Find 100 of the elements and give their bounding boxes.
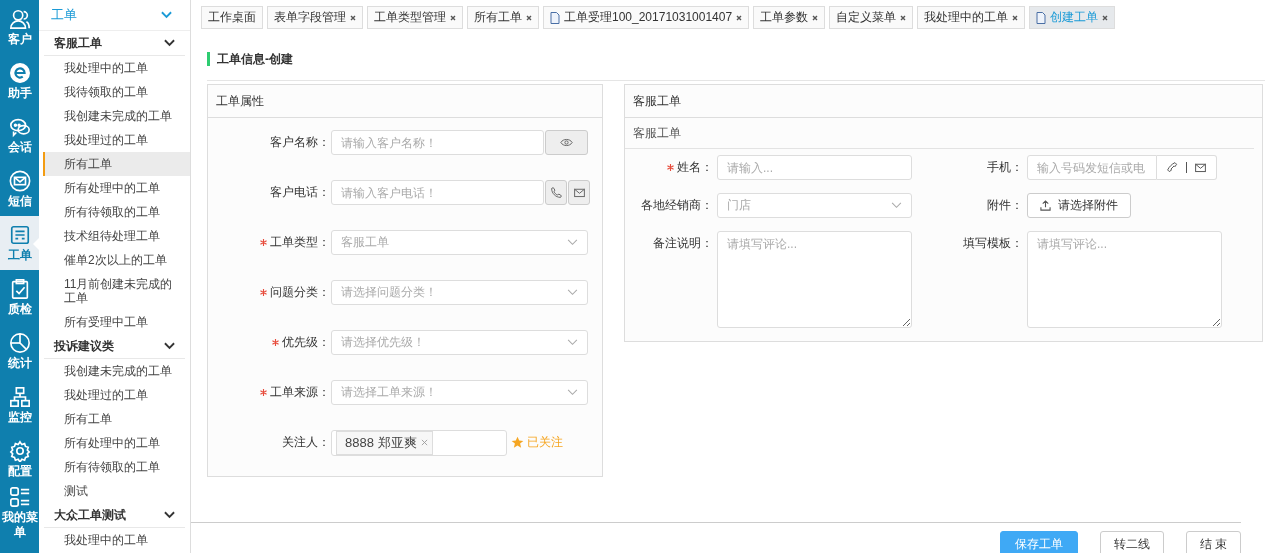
comment-textarea[interactable]: 请填写评论... (1027, 231, 1222, 328)
menu-group-header[interactable]: 大众工单测试 (44, 503, 185, 528)
menu-item[interactable]: 所有受理中工单 (43, 310, 190, 334)
menu-item[interactable]: 我处理中的工单 (43, 528, 190, 552)
nav-rail-item[interactable]: 监控 (0, 378, 39, 432)
nav-rail-item[interactable]: 客户 (0, 0, 39, 54)
menu-item[interactable]: 11月前创建未完成的工单 (43, 272, 190, 310)
required-icon (260, 239, 267, 246)
input-field[interactable]: 请输入客户电话！ (331, 180, 544, 205)
chevron-down-icon (567, 339, 578, 346)
menu-item[interactable]: 所有工单 (43, 407, 190, 431)
field-label: 附件： (986, 197, 1024, 214)
required-icon (260, 289, 267, 296)
field-label: 客户名称： (269, 134, 331, 151)
menu-item[interactable]: 所有工单 (43, 152, 190, 176)
star-icon (511, 436, 524, 449)
nav-rail-item[interactable]: 工单 (0, 216, 39, 270)
mail-button[interactable] (568, 180, 590, 205)
page-title: 工单信息-创建 (207, 52, 1265, 66)
nav-rail-item[interactable]: 短信 (0, 162, 39, 216)
menu-item[interactable]: 我创建未完成的工单 (43, 359, 190, 383)
required-icon (272, 339, 279, 346)
menu-item[interactable]: 所有待领取的工单 (43, 455, 190, 479)
nav-rail-item[interactable]: 质检 (0, 270, 39, 324)
close-icon[interactable] (736, 14, 743, 21)
eye-icon (560, 136, 573, 149)
input-field[interactable]: 请输入... (717, 155, 912, 180)
nav-rail-item[interactable]: 我的菜单 (0, 486, 39, 540)
close-icon[interactable] (1012, 14, 1019, 21)
tab[interactable]: 工单受理100_20171031001407 (543, 6, 750, 29)
close-icon[interactable] (350, 14, 356, 21)
close-icon[interactable] (526, 14, 532, 21)
menu-item[interactable]: 我待领取的工单 (43, 80, 190, 104)
user-tag[interactable]: 8888 郑亚爽 (336, 430, 433, 455)
input-field[interactable]: 请输入客户名称！ (331, 130, 544, 155)
settings-icon (8, 439, 31, 462)
field-label: 问题分类： (208, 284, 331, 301)
field-label: 优先级： (208, 334, 331, 351)
chevron-down-icon (164, 342, 175, 350)
section-title: 客服工单 (625, 118, 1254, 149)
chevron-down-icon (164, 39, 175, 47)
chevron-down-icon (567, 239, 578, 246)
phone-input-field[interactable]: 输入号码发短信或电 (1027, 155, 1157, 180)
phone-icon[interactable] (1166, 161, 1179, 174)
people-icon (8, 7, 31, 30)
tab[interactable]: 工单参数 (753, 6, 826, 29)
field-label: 各地经销商： (640, 197, 714, 214)
comment-textarea[interactable]: 请填写评论... (717, 231, 912, 328)
menu-item[interactable]: 测试 (43, 479, 190, 503)
menu-item[interactable]: 我处理过的工单 (43, 383, 190, 407)
menu-item[interactable]: 所有处理中的工单 (43, 431, 190, 455)
menu-item[interactable]: 所有待领取的工单 (43, 200, 190, 224)
chevron-down-icon (161, 11, 172, 19)
close-icon[interactable] (900, 14, 907, 21)
network-icon (8, 385, 31, 408)
upload-icon (1040, 200, 1051, 211)
mail-icon (8, 169, 31, 192)
panel-title: 客服工单 (625, 85, 1262, 118)
menu-icon (8, 486, 31, 508)
tag-input-field[interactable]: 8888 郑亚爽 (331, 429, 507, 456)
chevron-down-icon (567, 389, 578, 396)
chevron-down-icon (164, 511, 175, 519)
close-icon[interactable] (450, 14, 456, 21)
field-label: 备注说明： (652, 235, 714, 252)
phone-icon (549, 186, 563, 199)
panel-title: 工单属性 (208, 85, 602, 118)
upload-button[interactable]: 请选择附件 (1027, 193, 1131, 218)
mail-icon[interactable] (1194, 161, 1207, 174)
nav-rail-item[interactable]: 会话 (0, 108, 39, 162)
menu-item[interactable]: 我处理过的工单 (43, 128, 190, 152)
tab[interactable]: 所有工单 (467, 6, 539, 29)
tab[interactable]: 工单类型管理 (367, 6, 463, 29)
pie-chart-icon (8, 331, 31, 354)
nav-rail-item[interactable]: 统计 (0, 324, 39, 378)
tab[interactable]: 工作桌面 (201, 6, 263, 29)
menu-group-header[interactable]: 投诉建议类 (44, 334, 185, 359)
document-icon (550, 11, 560, 24)
tab[interactable]: 表单字段管理 (267, 6, 363, 29)
nav-rail-item[interactable]: 助手 (0, 54, 39, 108)
menu-item[interactable]: 所有处理中的工单 (43, 176, 190, 200)
field-label: 填写模板： (962, 235, 1024, 252)
tab[interactable]: 自定义菜单 (829, 6, 914, 29)
menu-item[interactable]: 我创建未完成的工单 (43, 104, 190, 128)
menu-item[interactable]: 催单2次以上的工单 (43, 248, 190, 272)
tab[interactable]: 我处理中的工单 (917, 6, 1026, 29)
action-button[interactable]: 结 束 (1185, 531, 1241, 553)
phone-button[interactable] (545, 180, 567, 205)
field-label: 姓名： (625, 155, 717, 180)
close-icon[interactable] (1102, 14, 1109, 21)
required-icon (260, 389, 267, 396)
e-logo-icon (8, 61, 31, 84)
menu-group-header[interactable]: 客服工单 (44, 31, 185, 56)
menu-item[interactable]: 我处理中的工单 (43, 56, 190, 80)
chevron-down-icon (891, 202, 902, 209)
close-icon[interactable] (812, 14, 819, 21)
nav-rail-item[interactable]: 配置 (0, 432, 39, 486)
action-button[interactable]: 转二线 (1099, 531, 1164, 553)
mail-icon (572, 186, 586, 199)
menu-item[interactable]: 技术组待处理工单 (43, 224, 190, 248)
field-label: 工单类型： (208, 234, 331, 251)
